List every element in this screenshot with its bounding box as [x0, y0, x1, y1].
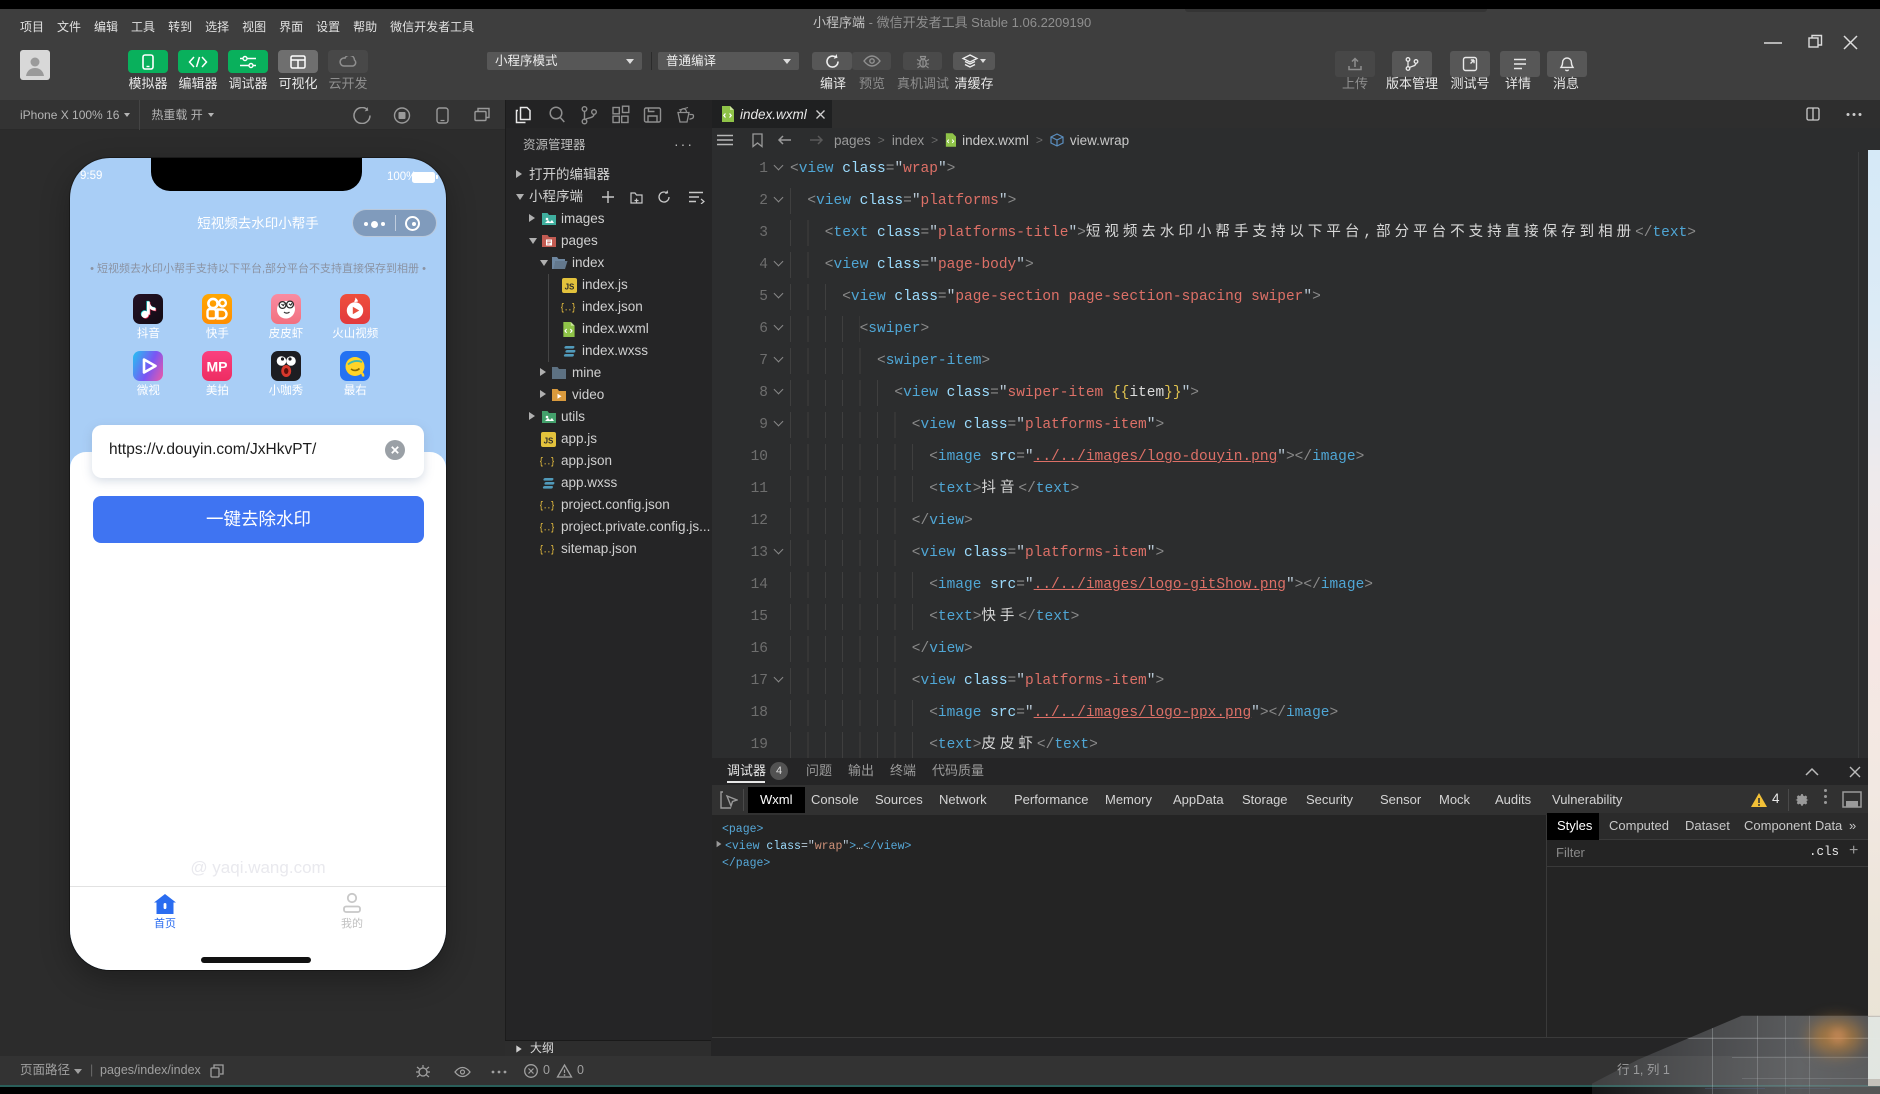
svg-text:{..}: {..}	[561, 303, 576, 314]
svg-text:{..}: {..}	[540, 457, 555, 468]
svg-text:JS: JS	[544, 437, 554, 446]
svg-text:JS: JS	[565, 283, 575, 292]
svg-text:MP: MP	[207, 359, 228, 375]
svg-text:{..}: {..}	[540, 501, 555, 512]
svg-text:{..}: {..}	[540, 545, 555, 556]
svg-text:{..}: {..}	[540, 523, 555, 534]
